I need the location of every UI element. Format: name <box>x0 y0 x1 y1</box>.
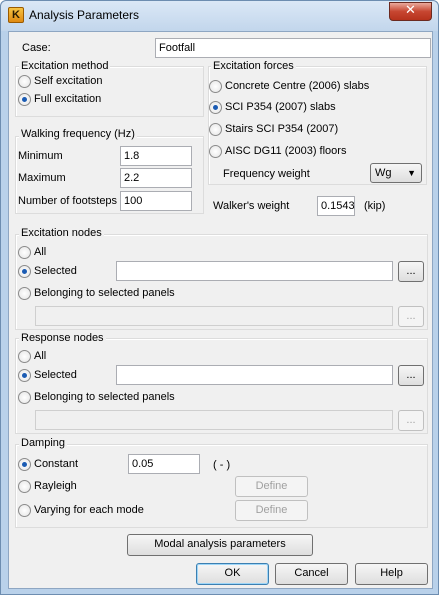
concrete-centre-label: Concrete Centre (2006) slabs <box>225 80 370 92</box>
walkers-weight-unit: (kip) <box>364 200 386 212</box>
damping-varying-label: Varying for each mode <box>34 504 144 516</box>
case-field[interactable]: Footfall <box>155 38 431 58</box>
response-selected-browse-button[interactable]: ... <box>398 365 424 386</box>
excitation-method-group <box>15 66 204 117</box>
modal-analysis-parameters-button[interactable]: Modal analysis parameters <box>127 534 313 556</box>
damping-title: Damping <box>19 437 68 449</box>
excitation-selected-label: Selected <box>34 265 77 277</box>
close-button[interactable]: ✕ <box>389 2 432 21</box>
excitation-selected-browse-button[interactable]: ... <box>398 261 424 282</box>
sci-p354-slabs-label: SCI P354 (2007) slabs <box>225 101 336 113</box>
response-belonging-label: Belonging to selected panels <box>34 391 175 403</box>
damping-constant-field[interactable]: 0.05 <box>128 454 200 474</box>
walking-frequency-title: Walking frequency (Hz) <box>19 128 137 140</box>
response-nodes-title: Response nodes <box>19 332 106 344</box>
dialog-window: K Analysis Parameters ✕ Case: Footfall E… <box>0 0 439 595</box>
app-icon: K <box>8 7 24 23</box>
excitation-belonging-browse-button[interactable]: ... <box>398 306 424 327</box>
damping-rayleigh-label: Rayleigh <box>34 480 77 492</box>
maximum-label: Maximum <box>18 172 66 184</box>
excitation-all-radio[interactable] <box>18 246 31 259</box>
walkers-weight-field[interactable]: 0.1543 <box>317 196 355 216</box>
damping-constant-radio[interactable] <box>18 458 31 471</box>
self-excitation-label: Self excitation <box>34 75 103 87</box>
excitation-belonging-field[interactable] <box>35 306 393 326</box>
footsteps-field[interactable]: 100 <box>120 191 192 211</box>
concrete-centre-radio[interactable] <box>209 80 222 93</box>
response-all-label: All <box>34 350 47 362</box>
full-excitation-radio[interactable] <box>18 93 31 106</box>
response-belonging-field[interactable] <box>35 410 393 430</box>
excitation-method-title: Excitation method <box>19 60 111 72</box>
maximum-field[interactable]: 2.2 <box>120 168 192 188</box>
footsteps-label: Number of footsteps <box>18 195 118 207</box>
minimum-label: Minimum <box>18 150 63 162</box>
damping-constant-label: Constant <box>34 458 79 470</box>
dialog-body: Case: Footfall Excitation method Self ex… <box>8 31 433 589</box>
response-selected-field[interactable] <box>116 365 393 385</box>
excitation-belonging-radio[interactable] <box>18 287 31 300</box>
chevron-down-icon: ▼ <box>407 168 416 178</box>
rayleigh-define-button[interactable]: Define <box>235 476 308 497</box>
stairs-sci-radio[interactable] <box>209 123 222 136</box>
excitation-selected-radio[interactable] <box>18 265 31 278</box>
frequency-weight-value: Wg <box>375 167 392 179</box>
excitation-belonging-label: Belonging to selected panels <box>34 287 175 299</box>
response-belonging-browse-button[interactable]: ... <box>398 410 424 431</box>
walkers-weight-label: Walker's weight <box>213 200 290 212</box>
ok-button[interactable]: OK <box>196 563 269 585</box>
damping-constant-unit: ( - ) <box>213 459 231 471</box>
excitation-selected-field[interactable] <box>116 261 393 281</box>
response-selected-radio[interactable] <box>18 369 31 382</box>
damping-varying-radio[interactable] <box>18 504 31 517</box>
response-all-radio[interactable] <box>18 350 31 363</box>
excitation-nodes-title: Excitation nodes <box>19 227 104 239</box>
response-belonging-radio[interactable] <box>18 391 31 404</box>
stairs-sci-label: Stairs SCI P354 (2007) <box>225 123 339 135</box>
self-excitation-radio[interactable] <box>18 75 31 88</box>
sci-p354-slabs-radio[interactable] <box>209 101 222 114</box>
title-bar[interactable]: K Analysis Parameters ✕ <box>1 1 438 31</box>
frequency-weight-select[interactable]: Wg ▼ <box>370 163 422 183</box>
frequency-weight-label: Frequency weight <box>223 168 310 180</box>
excitation-all-label: All <box>34 246 47 258</box>
case-label: Case: <box>22 42 51 54</box>
aisc-dg11-label: AISC DG11 (2003) floors <box>225 145 347 157</box>
full-excitation-label: Full excitation <box>34 93 102 105</box>
help-button[interactable]: Help <box>355 563 428 585</box>
cancel-button[interactable]: Cancel <box>275 563 348 585</box>
response-selected-label: Selected <box>34 369 77 381</box>
excitation-forces-title: Excitation forces <box>211 60 296 72</box>
minimum-field[interactable]: 1.8 <box>120 146 192 166</box>
damping-rayleigh-radio[interactable] <box>18 480 31 493</box>
window-title: Analysis Parameters <box>29 8 140 22</box>
aisc-dg11-radio[interactable] <box>209 145 222 158</box>
varying-define-button[interactable]: Define <box>235 500 308 521</box>
